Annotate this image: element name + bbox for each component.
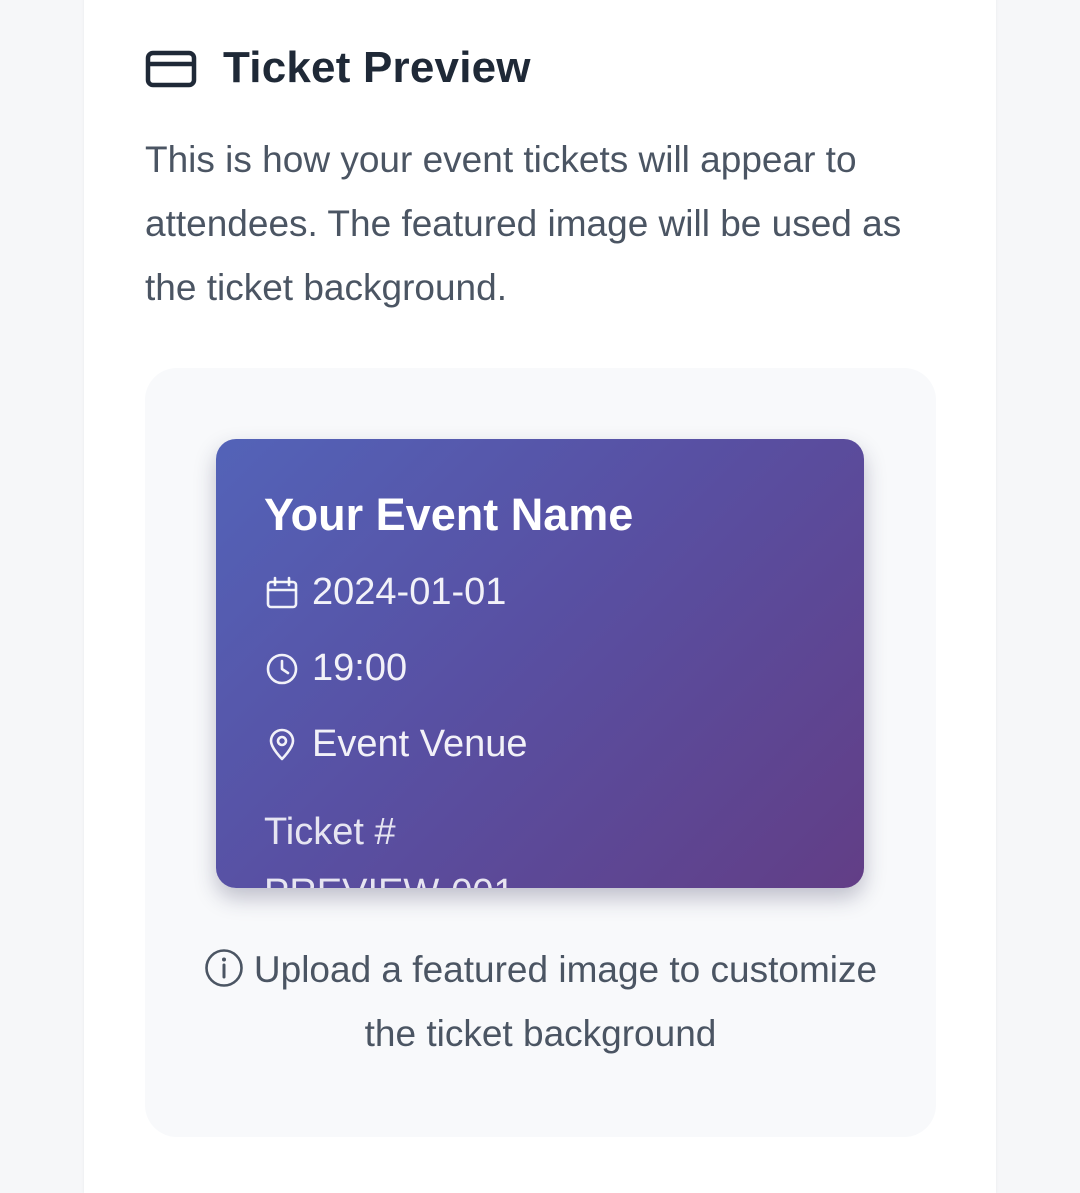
upload-hint: Upload a featured image to customize the…: [185, 938, 896, 1066]
credit-card-icon: [145, 48, 197, 88]
section-title: Ticket Preview: [223, 43, 531, 92]
ticket-time: 19:00: [312, 647, 408, 689]
ticket-venue: Event Venue: [312, 723, 528, 765]
ticket-number-label: Ticket #: [264, 811, 396, 853]
section-description: This is how your event tickets will appe…: [145, 139, 902, 308]
ticket-card: Your Event Name 2024-01-01 19:00 Event V…: [216, 439, 864, 888]
ticket-date: 2024-01-01: [312, 571, 507, 613]
ticket-time-row: 19:00: [264, 647, 407, 690]
ticket-event-name: Your Event Name: [264, 489, 634, 540]
clock-icon: [264, 651, 300, 687]
map-pin-icon: [264, 727, 300, 763]
upload-hint-text: Upload a featured image to customize the…: [253, 949, 878, 1054]
section-header: Ticket Preview: [145, 40, 531, 96]
info-icon: [204, 944, 244, 987]
ticket-number: PREVIEW-001: [264, 872, 515, 888]
ticket-date-row: 2024-01-01: [264, 571, 506, 614]
ticket-venue-row: Event Venue: [264, 723, 528, 766]
calendar-icon: [264, 575, 300, 611]
ticket-preview-area: Your Event Name 2024-01-01 19:00 Event V…: [145, 368, 936, 1137]
